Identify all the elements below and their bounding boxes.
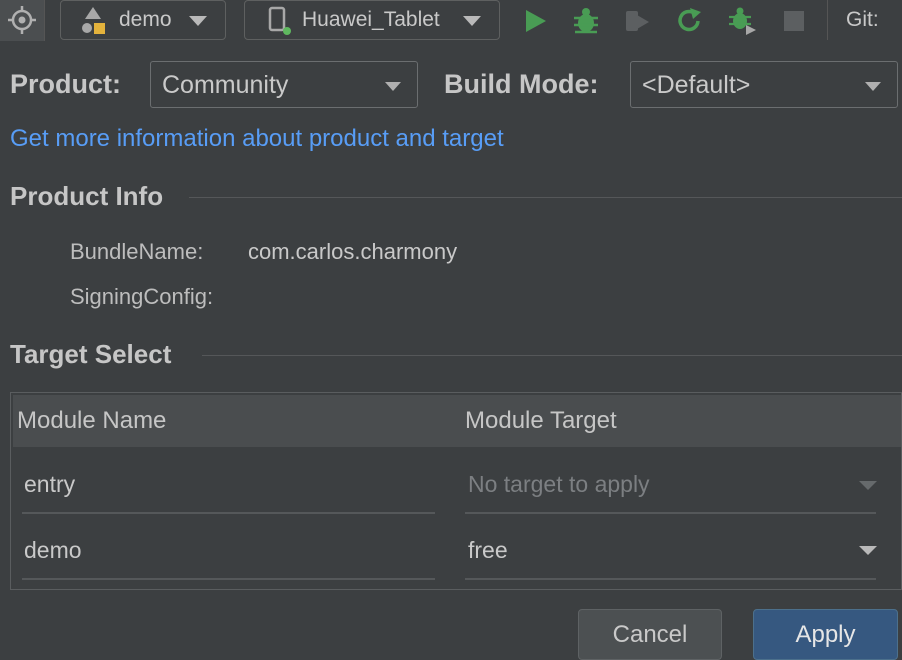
debug-attach-bug-icon[interactable] xyxy=(727,6,757,36)
debug-bug-icon[interactable] xyxy=(571,6,601,36)
target-select-heading: Target Select xyxy=(10,339,172,369)
cell-underline xyxy=(465,578,876,580)
module-selector-dropdown[interactable]: demo xyxy=(60,0,226,40)
bundle-name-value: com.carlos.charmony xyxy=(248,239,458,264)
module-target-value: No target to apply xyxy=(468,471,650,497)
section-divider xyxy=(202,355,902,356)
chevron-down-icon xyxy=(865,82,881,91)
product-dropdown[interactable]: Community xyxy=(150,61,418,108)
cell-underline xyxy=(465,512,876,514)
crosshair-icon xyxy=(8,6,36,34)
chevron-down-icon xyxy=(385,82,401,91)
build-mode-dropdown[interactable]: <Default> xyxy=(630,61,898,108)
product-info-heading: Product Info xyxy=(10,181,164,211)
chevron-down-icon xyxy=(189,16,207,26)
toolbar-separator xyxy=(827,0,828,40)
module-name-cell: demo xyxy=(24,537,82,563)
product-label: Product: xyxy=(10,69,121,99)
device-selector-label: Huawei_Tablet xyxy=(302,8,440,31)
cell-underline xyxy=(22,512,435,514)
toolbar: demo Huawei_Tablet Git: xyxy=(0,0,902,42)
section-divider xyxy=(189,197,902,198)
git-label: Git: xyxy=(846,8,879,31)
module-name-cell: entry xyxy=(24,471,76,497)
build-mode-label: Build Mode: xyxy=(444,69,599,99)
cancel-button[interactable]: Cancel xyxy=(578,609,722,660)
bundle-name-label: BundleName: xyxy=(70,239,204,264)
locate-target-button[interactable] xyxy=(0,0,45,41)
column-header-module-target: Module Target xyxy=(465,407,617,434)
run-icon[interactable] xyxy=(521,6,551,36)
table-header: Module Name Module Target xyxy=(13,395,901,447)
info-link[interactable]: Get more information about product and t… xyxy=(10,125,504,153)
attach-debugger-icon[interactable] xyxy=(622,6,652,36)
apply-changes-restart-icon[interactable] xyxy=(674,6,704,36)
stop-icon[interactable] xyxy=(779,6,809,36)
chevron-down-icon xyxy=(859,481,877,490)
module-selector-label: demo xyxy=(119,8,172,31)
apply-button[interactable]: Apply xyxy=(753,609,898,660)
chevron-down-icon xyxy=(859,546,877,555)
module-shapes-icon xyxy=(82,7,105,34)
product-value: Community xyxy=(162,71,289,99)
tablet-device-icon xyxy=(268,6,291,35)
module-target-value: free xyxy=(468,537,508,563)
signing-config-label: SigningConfig: xyxy=(70,284,214,309)
target-table: Module Name Module Target entry No targe… xyxy=(10,392,902,590)
chevron-down-icon xyxy=(463,16,481,26)
cell-underline xyxy=(22,578,435,580)
device-selector-dropdown[interactable]: Huawei_Tablet xyxy=(244,0,500,40)
column-header-module-name: Module Name xyxy=(17,407,167,434)
build-mode-value: <Default> xyxy=(642,71,751,99)
